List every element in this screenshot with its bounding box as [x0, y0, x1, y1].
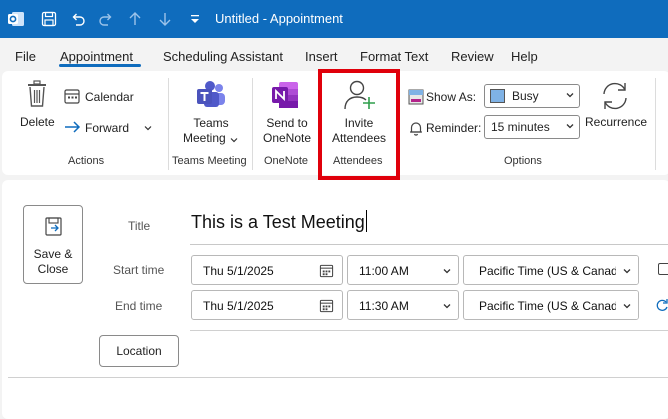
show-as-icon [408, 89, 424, 105]
up-arrow-icon[interactable] [125, 9, 145, 29]
group-label-actions: Actions [68, 155, 105, 167]
title-input[interactable]: This is a Test Meeting [191, 210, 367, 233]
start-date-value: Thu 5/1/2025 [203, 264, 274, 278]
teams-icon [197, 81, 225, 107]
chevron-down-icon [566, 93, 574, 98]
forward-arrow-icon [65, 121, 81, 133]
location-field-divider [190, 330, 668, 331]
chevron-down-icon[interactable] [442, 301, 452, 311]
chevron-down-icon [566, 124, 574, 129]
all-day-checkbox[interactable] [658, 263, 668, 275]
show-as-label: Show As: [426, 90, 477, 104]
trash-icon [28, 80, 46, 107]
reminder-dropdown[interactable]: 15 minutes [484, 115, 580, 139]
teams-meeting-label-2[interactable]: Meeting [183, 131, 226, 146]
chevron-down-icon[interactable] [442, 266, 452, 276]
chevron-down-icon[interactable] [144, 124, 152, 132]
save-close-label-2: Close [37, 262, 69, 276]
tab-review[interactable]: Review [451, 49, 494, 64]
calendar-picker-icon[interactable] [319, 298, 334, 313]
time-zone-toggle-icon[interactable] [656, 298, 668, 312]
calendar-button[interactable]: Calendar [85, 90, 134, 105]
onenote-icon [272, 82, 298, 108]
ribbon-separator [655, 78, 656, 170]
reminder-label: Reminder: [426, 121, 482, 135]
show-as-dropdown[interactable]: Busy [484, 84, 580, 108]
tab-insert[interactable]: Insert [305, 49, 338, 64]
text-caret [365, 210, 367, 232]
calendar-picker-icon[interactable] [319, 263, 334, 278]
tab-file[interactable]: File [15, 49, 36, 64]
active-tab-indicator [59, 64, 141, 67]
attendees-highlight-box [318, 69, 400, 180]
end-date-value: Thu 5/1/2025 [203, 299, 274, 313]
chevron-down-icon[interactable] [622, 266, 632, 276]
title-value: This is a Test Meeting [191, 212, 365, 232]
group-label-onenote: OneNote [264, 155, 309, 167]
group-label-options: Options [504, 155, 542, 167]
recurrence-icon [603, 82, 627, 110]
teams-meeting-label-1[interactable]: Teams [181, 116, 241, 131]
show-as-value: Busy [512, 89, 539, 103]
group-label-teams-meeting: Teams Meeting [172, 155, 247, 167]
title-label: Title [128, 219, 151, 233]
down-arrow-icon[interactable] [155, 9, 175, 29]
end-time-label: End time [115, 299, 163, 313]
bell-icon [410, 122, 422, 136]
end-timezone-field[interactable]: Pacific Time (US & Canada) [463, 290, 639, 320]
save-close-icon [45, 217, 62, 236]
ribbon-separator [252, 78, 253, 170]
send-to-onenote-label-1[interactable]: Send to [256, 116, 318, 131]
save-icon[interactable] [39, 9, 59, 29]
start-date-field[interactable]: Thu 5/1/2025 [191, 255, 343, 285]
start-timezone-value: Pacific Time (US & Canada) [479, 264, 629, 278]
tab-scheduling-assistant[interactable]: Scheduling Assistant [163, 49, 283, 64]
redo-icon[interactable] [96, 9, 116, 29]
calendar-icon [64, 89, 80, 104]
location-button[interactable]: Location [99, 335, 179, 367]
end-timezone-value: Pacific Time (US & Canada) [479, 299, 629, 313]
send-to-onenote-label-2[interactable]: OneNote [256, 131, 318, 146]
end-time-field[interactable]: 11:30 AM [347, 290, 459, 320]
start-time-value: 11:00 AM [359, 264, 409, 278]
delete-button[interactable]: Delete [20, 115, 55, 130]
busy-color-swatch [490, 89, 505, 103]
undo-icon[interactable] [68, 9, 88, 29]
save-close-label-1: Save & [33, 247, 73, 261]
customize-icon[interactable] [185, 9, 205, 29]
end-date-field[interactable]: Thu 5/1/2025 [191, 290, 343, 320]
start-time-label: Start time [113, 263, 165, 277]
chevron-down-icon[interactable] [622, 301, 632, 311]
title-bar: Untitled - Appointment [0, 0, 668, 38]
recurrence-button[interactable]: Recurrence [585, 115, 647, 130]
ribbon-separator [168, 78, 169, 170]
tab-help[interactable]: Help [511, 49, 538, 64]
outlook-logo-icon[interactable] [6, 9, 26, 29]
forward-button[interactable]: Forward [85, 121, 129, 136]
tab-appointment[interactable]: Appointment [60, 49, 133, 64]
reminder-value: 15 minutes [491, 120, 550, 134]
start-timezone-field[interactable]: Pacific Time (US & Canada) [463, 255, 639, 285]
window-title: Untitled - Appointment [215, 11, 343, 26]
end-time-value: 11:30 AM [359, 299, 409, 313]
chevron-down-icon[interactable] [230, 136, 238, 144]
save-close-button[interactable]: Save & Close [23, 205, 83, 284]
location-button-label: Location [116, 344, 162, 358]
start-time-field[interactable]: 11:00 AM [347, 255, 459, 285]
tab-format-text[interactable]: Format Text [360, 49, 428, 64]
title-underline [190, 244, 668, 245]
body-divider [8, 377, 668, 378]
